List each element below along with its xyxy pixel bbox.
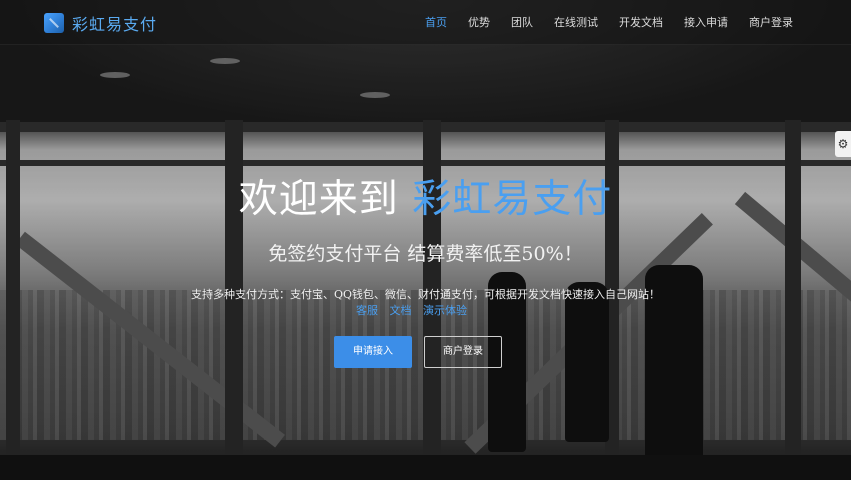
merchant-login-button[interactable]: 商户登录 bbox=[424, 336, 502, 368]
nav-item-team[interactable]: 团队 bbox=[511, 14, 533, 30]
main-nav: 首页 优势 团队 在线测试 开发文档 接入申请 商户登录 bbox=[404, 14, 793, 30]
hero-links: 客服 文档 演示体验 bbox=[356, 302, 475, 318]
link-demo[interactable]: 演示体验 bbox=[423, 304, 467, 317]
hero-title: 欢迎来到 彩虹易支付 bbox=[0, 168, 851, 224]
brand-name: 彩虹易支付 bbox=[72, 15, 158, 34]
nav-item-apply[interactable]: 接入申请 bbox=[684, 14, 728, 30]
nav-item-advantages[interactable]: 优势 bbox=[468, 14, 490, 30]
hero-description: 支持多种支付方式：支付宝、QQ钱包、微信、财付通支付，可根据开发文档快速接入自己… bbox=[190, 288, 661, 301]
link-docs[interactable]: 文档 bbox=[390, 304, 412, 317]
hero-title-highlight: 彩虹易支付 bbox=[412, 177, 613, 222]
nav-item-home[interactable]: 首页 bbox=[425, 14, 447, 30]
apply-button[interactable]: 申请接入 bbox=[334, 336, 412, 368]
logo-icon bbox=[44, 13, 64, 33]
settings-button[interactable]: ⚙ bbox=[835, 131, 851, 157]
hero-title-prefix: 欢迎来到 bbox=[238, 177, 413, 222]
nav-item-dev-docs[interactable]: 开发文档 bbox=[619, 14, 663, 30]
link-support[interactable]: 客服 bbox=[356, 304, 378, 317]
hero-subtitle: 免签约支付平台 结算费率低至50%！ bbox=[268, 243, 583, 265]
gear-icon: ⚙ bbox=[837, 137, 849, 151]
navbar: 彩虹易支付 首页 优势 团队 在线测试 开发文档 接入申请 商户登录 bbox=[0, 0, 851, 45]
nav-item-online-test[interactable]: 在线测试 bbox=[554, 14, 598, 30]
brand[interactable]: 彩虹易支付 bbox=[44, 11, 157, 35]
nav-item-merchant-login[interactable]: 商户登录 bbox=[749, 14, 793, 30]
